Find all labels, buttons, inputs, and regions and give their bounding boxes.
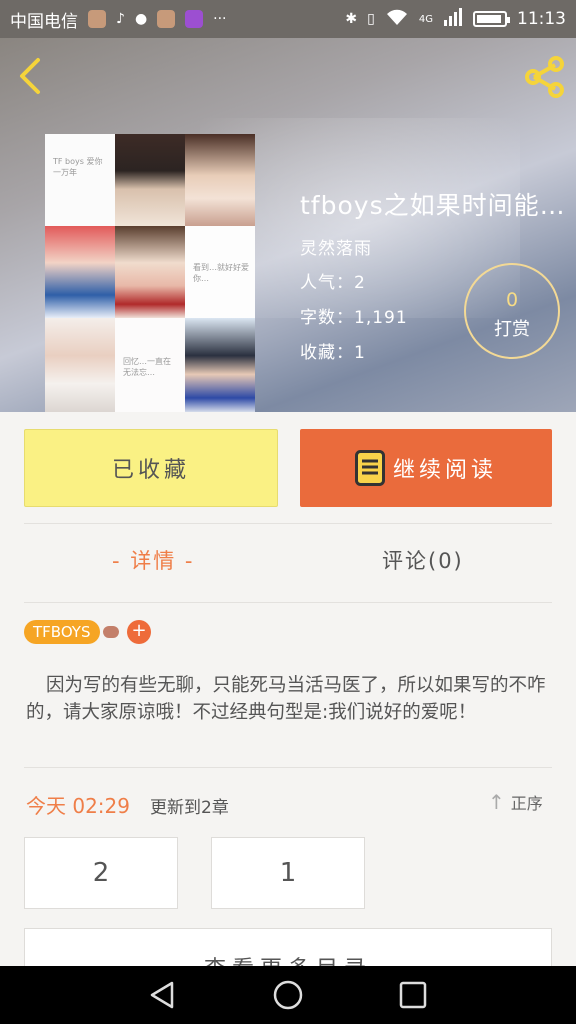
cover-tile: [45, 226, 115, 318]
status-bar: 中国电信 ♪ ● ··· ✱ ▯ 4G 11:13: [0, 0, 576, 38]
cover-tile: TF boys 爱你 一万年: [45, 134, 115, 226]
book-icon: [354, 450, 385, 486]
sort-button[interactable]: ↑ 正序: [488, 790, 543, 814]
chapter-button[interactable]: 2: [24, 837, 178, 909]
book-favorites: 收藏：1: [300, 343, 366, 363]
book-author[interactable]: 灵然落雨: [300, 234, 372, 259]
divider: [24, 523, 552, 524]
battery-icon: [473, 11, 510, 27]
music-note-icon: ♪: [116, 11, 125, 27]
update-text: 更新到2章: [150, 798, 229, 818]
system-nav-bar: [0, 966, 576, 1024]
collected-label: 已收藏: [111, 458, 190, 483]
tip-count: 0: [505, 289, 519, 311]
sort-label: 正序: [510, 794, 543, 813]
book-popularity: 人气：2: [300, 273, 366, 293]
nav-recents-button[interactable]: [393, 975, 433, 1015]
book-header: TF boys 爱你 一万年 看到…就好好爱你… 回忆…一直在 无法忘… tfb…: [0, 38, 576, 412]
signal-icon: [443, 8, 463, 30]
chat-bubble-icon: ●: [134, 11, 148, 27]
cover-tile: 回忆…一直在 无法忘…: [115, 318, 185, 412]
square-recents-icon: [400, 981, 427, 1009]
book-description: 因为写的有些无聊，只能死马当活马医了，所以如果写的不咋的，请大家原谅哦！不过经典…: [26, 675, 546, 723]
chevron-left-icon: [20, 58, 40, 94]
photo-notification-icon: [157, 10, 176, 28]
more-notifications-icon: ···: [213, 11, 227, 27]
tip-label: 打赏: [494, 319, 530, 340]
cover-text: TF boys 爱你 一万年: [53, 157, 103, 177]
book-title: tfboys之如果时间能…: [300, 191, 566, 220]
cover-tile: [115, 134, 185, 226]
book-word-count: 字数：1,191: [300, 308, 408, 328]
app-notification-icon: [88, 10, 106, 28]
cover-text: 回忆…一直在 无法忘…: [123, 357, 171, 377]
share-icon: [525, 56, 564, 98]
carrier-label: 中国电信: [10, 11, 78, 32]
tip-button[interactable]: 0 打赏: [464, 263, 560, 359]
tag-dot[interactable]: [103, 626, 119, 638]
back-button[interactable]: [12, 56, 52, 96]
divider: [24, 602, 552, 603]
divider: [24, 767, 552, 768]
cover-tile: [185, 134, 255, 226]
triangle-back-icon: [150, 981, 173, 1009]
vibrate-icon: ▯: [367, 11, 375, 27]
nav-home-button[interactable]: [268, 975, 308, 1015]
nav-back-button[interactable]: [143, 975, 183, 1015]
tab-comments[interactable]: 评论(0): [382, 545, 464, 575]
book-cover[interactable]: TF boys 爱你 一万年 看到…就好好爱你… 回忆…一直在 无法忘…: [45, 134, 255, 412]
wifi-icon: [385, 8, 409, 30]
cover-tile: [185, 318, 255, 412]
network-type-label: 4G: [418, 13, 433, 25]
update-time: 今天 02:29: [26, 794, 130, 818]
continue-reading-button[interactable]: 继续阅读: [300, 429, 552, 507]
tab-details[interactable]: - 详情 -: [112, 545, 195, 575]
cover-tile: 看到…就好好爱你…: [185, 226, 255, 318]
chapter-button[interactable]: 1: [211, 837, 365, 909]
clock: 11:13: [517, 9, 566, 29]
share-button[interactable]: [522, 54, 568, 100]
bluetooth-icon: ✱: [345, 11, 358, 27]
cover-tile: [115, 226, 185, 318]
tag-badge[interactable]: TFBOYS: [24, 620, 100, 644]
gallery-notification-icon: [185, 10, 204, 28]
cover-tile: [45, 318, 115, 412]
continue-reading-label: 继续阅读: [392, 458, 497, 483]
cover-text: 看到…就好好爱你…: [193, 263, 249, 283]
collected-button[interactable]: 已收藏: [24, 429, 278, 507]
arrow-up-icon: ↑: [488, 790, 505, 814]
circle-home-icon: [273, 980, 303, 1010]
add-tag-button[interactable]: +: [127, 620, 151, 644]
